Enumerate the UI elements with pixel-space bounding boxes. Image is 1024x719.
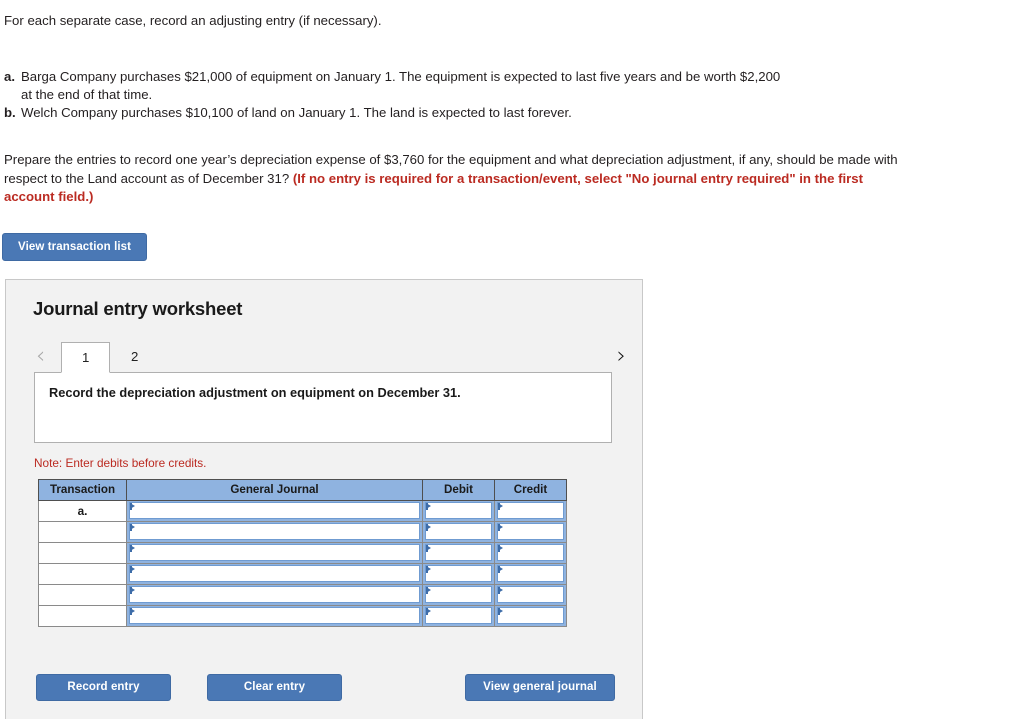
question-prompt: For each separate case, record an adjust… (0, 0, 1024, 207)
table-row (38, 583, 567, 606)
case-letter-b: b. (4, 105, 16, 120)
credit-input[interactable] (497, 564, 564, 582)
general-journal-cell (126, 541, 423, 564)
credit-cell (494, 583, 567, 606)
credit-input[interactable] (497, 543, 564, 561)
column-header-transaction: Transaction (38, 478, 127, 501)
debit-input[interactable] (425, 606, 492, 624)
case-item-b: b. Welch Company purchases $10,100 of la… (4, 104, 1024, 122)
chevron-left-icon[interactable]: ‹ (34, 344, 47, 372)
transaction-label-cell (38, 562, 127, 585)
table-row (38, 604, 567, 627)
tab-1[interactable]: 1 (61, 341, 111, 373)
case-text-a: Barga Company purchases $21,000 of equip… (21, 69, 781, 84)
general-journal-cell (126, 562, 423, 585)
credit-input[interactable] (497, 501, 564, 519)
credit-cell (494, 499, 567, 522)
general-journal-input[interactable] (129, 585, 420, 603)
debit-cell (422, 520, 495, 543)
transaction-label-cell (38, 604, 127, 627)
credit-input[interactable] (497, 522, 564, 540)
tab-2[interactable]: 2 (110, 341, 159, 372)
transaction-label-cell (38, 583, 127, 606)
table-header-row: Transaction General Journal Debit Credit (38, 478, 567, 501)
credit-input[interactable] (497, 606, 564, 624)
case-item-a: a. Barga Company purchases $21,000 of eq… (4, 68, 1024, 86)
record-entry-button[interactable]: Record entry (36, 673, 171, 701)
credit-cell (494, 562, 567, 585)
chevron-right-icon[interactable]: › (615, 344, 628, 372)
general-journal-cell (126, 499, 423, 522)
debits-before-credits-note: Note: Enter debits before credits. (34, 455, 207, 470)
general-journal-cell (126, 604, 423, 627)
case-text-b: Welch Company purchases $10,100 of land … (21, 105, 572, 120)
journal-entry-worksheet-panel: Journal entry worksheet ‹ 1 2 › Record t… (5, 278, 643, 719)
case-continuation-a: at the end of that time. (21, 87, 153, 102)
credit-cell (494, 541, 567, 564)
debit-input[interactable] (425, 564, 492, 582)
debit-input[interactable] (425, 585, 492, 603)
debit-cell (422, 562, 495, 585)
general-journal-input[interactable] (129, 522, 420, 540)
case-list: a. Barga Company purchases $21,000 of eq… (2, 68, 1024, 122)
debit-cell (422, 583, 495, 606)
worksheet-tab-strip: ‹ 1 2 › (6, 338, 642, 373)
intro-text: For each separate case, record an adjust… (4, 13, 382, 28)
worksheet-title: Journal entry worksheet (33, 297, 243, 319)
transaction-label-cell (38, 520, 127, 543)
case-letter-a: a. (4, 69, 15, 84)
worksheet-action-bar: Record entry Clear entry View general jo… (6, 673, 642, 701)
clear-entry-button[interactable]: Clear entry (207, 673, 342, 701)
credit-input[interactable] (497, 585, 564, 603)
journal-entry-table: Transaction General Journal Debit Credit… (38, 478, 567, 627)
credit-cell (494, 604, 567, 627)
entry-description-text: Record the depreciation adjustment on eq… (49, 384, 461, 400)
debit-cell (422, 541, 495, 564)
table-row (38, 541, 567, 564)
debit-input[interactable] (425, 522, 492, 540)
debit-cell (422, 604, 495, 627)
debit-cell (422, 499, 495, 522)
view-transaction-list-button[interactable]: View transaction list (2, 232, 148, 261)
general-journal-cell (126, 520, 423, 543)
general-journal-input[interactable] (129, 564, 420, 582)
column-header-debit: Debit (422, 478, 495, 501)
debit-input[interactable] (425, 501, 492, 519)
general-journal-input[interactable] (129, 606, 420, 624)
entry-description-box: Record the depreciation adjustment on eq… (34, 371, 612, 443)
view-general-journal-button[interactable]: View general journal (465, 673, 615, 701)
task-instruction: Prepare the entries to record one year’s… (4, 151, 914, 207)
credit-cell (494, 520, 567, 543)
column-header-general-journal: General Journal (126, 478, 423, 501)
debit-input[interactable] (425, 543, 492, 561)
transaction-label-cell (38, 541, 127, 564)
table-row (38, 562, 567, 585)
general-journal-input[interactable] (129, 501, 420, 519)
worksheet-tabs: 1 2 (61, 341, 159, 373)
table-row (38, 520, 567, 543)
table-row: a. (38, 499, 567, 522)
general-journal-cell (126, 583, 423, 606)
transaction-label-cell: a. (38, 499, 127, 522)
general-journal-input[interactable] (129, 543, 420, 561)
column-header-credit: Credit (494, 478, 567, 501)
